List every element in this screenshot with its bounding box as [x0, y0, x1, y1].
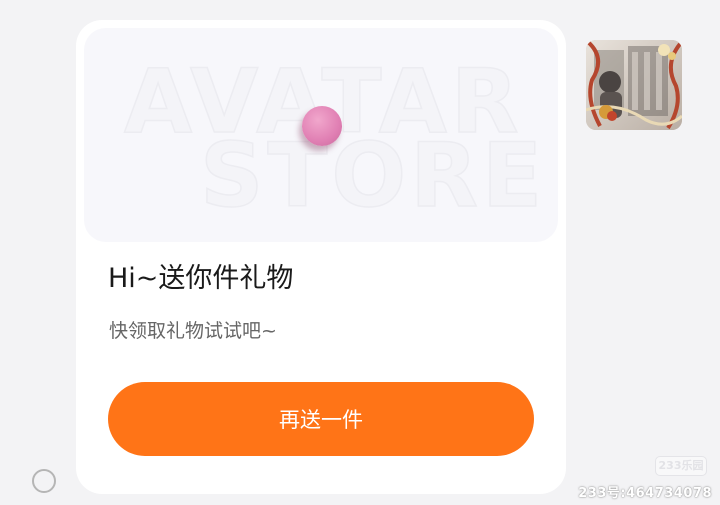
sender-avatar[interactable] — [586, 40, 682, 130]
avatar-image — [586, 40, 682, 130]
select-radio[interactable] — [32, 469, 56, 493]
send-another-button[interactable]: 再送一件 — [108, 382, 534, 456]
watermark-badge: 233乐园 — [655, 456, 707, 476]
gift-subtitle: 快领取礼物试试吧~ — [109, 320, 277, 342]
banner-watermark-store: STORE — [199, 124, 547, 227]
send-another-button-label: 再送一件 — [279, 408, 363, 432]
chat-screen: AVATAR STORE Hi~送你件礼物 快领取礼物试试吧~ 再送一件 233… — [0, 0, 720, 505]
watermark-id: 233号:464734078 — [578, 486, 712, 501]
gift-banner: AVATAR STORE — [84, 28, 558, 242]
gift-message-card[interactable]: AVATAR STORE Hi~送你件礼物 快领取礼物试试吧~ 再送一件 — [76, 20, 566, 494]
gift-ball-icon — [302, 106, 342, 146]
gift-title: Hi~送你件礼物 — [108, 263, 294, 294]
